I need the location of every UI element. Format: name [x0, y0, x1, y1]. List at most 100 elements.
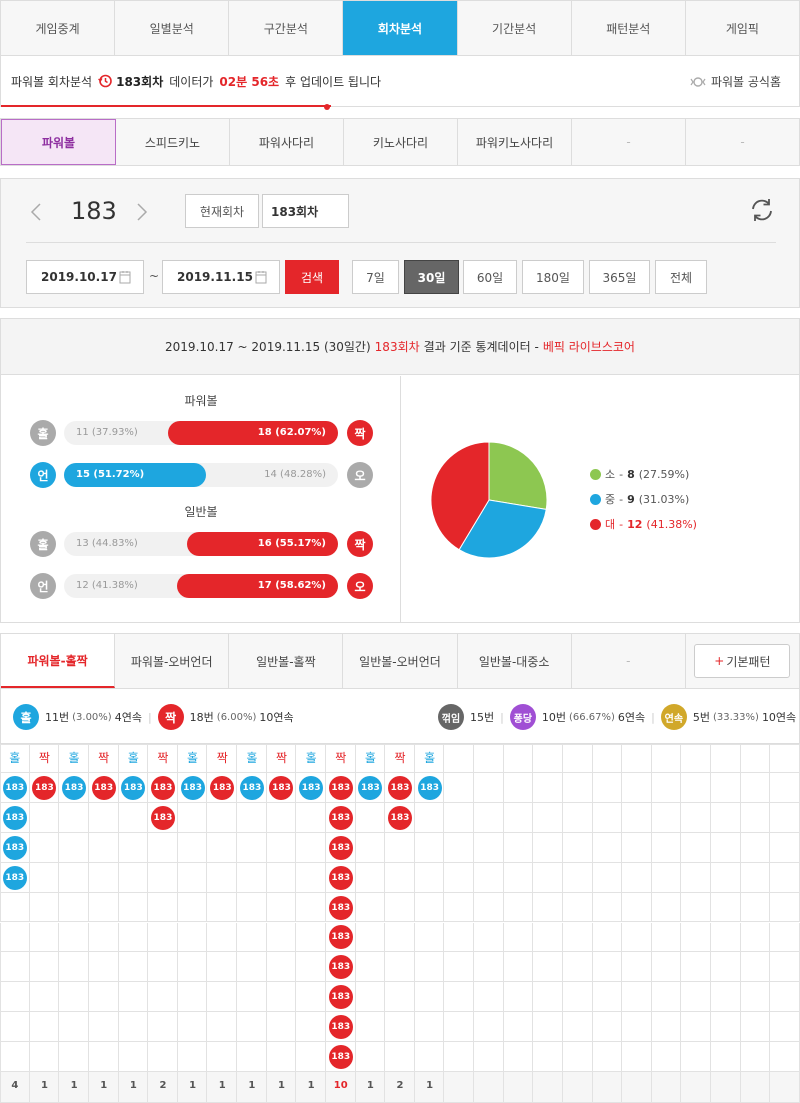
grid-cell	[414, 802, 445, 833]
grid-cell	[533, 1042, 563, 1072]
grid-cell	[266, 922, 297, 953]
legend-label: 중	[605, 493, 616, 506]
next-round-icon[interactable]	[133, 201, 151, 223]
pattern-tab[interactable]: 일반볼-오버언더	[343, 634, 458, 688]
top-nav-tab[interactable]: 기간분석	[458, 1, 572, 55]
grid-cell	[562, 862, 593, 893]
grid-cell	[118, 802, 149, 833]
prev-round-icon[interactable]	[27, 201, 45, 223]
grid-cell	[266, 1012, 297, 1043]
sub-tab[interactable]: 키노사다리	[344, 119, 458, 165]
top-nav-tab[interactable]: 패턴분석	[572, 1, 686, 55]
sub-tab[interactable]: 파워키노사다리	[458, 119, 572, 165]
grid-column-count: 10	[333, 1080, 348, 1091]
grid-cell	[59, 862, 89, 893]
grid-header-cell	[651, 744, 682, 773]
round-input[interactable]: 183회차	[262, 194, 349, 228]
legend-label: 소	[605, 468, 616, 481]
grid-count-cell	[740, 1072, 771, 1103]
grid-cell	[266, 982, 297, 1013]
grid-cell	[740, 802, 771, 833]
round-number: 183	[71, 197, 117, 225]
grid-column-head: 짝	[394, 751, 406, 765]
grid-cell	[474, 922, 504, 953]
grid-ball: 183	[299, 775, 324, 800]
grid-ball: 183	[328, 1015, 353, 1040]
grid-cell	[148, 1012, 178, 1043]
break-count: 15번	[470, 711, 495, 724]
grid-cell	[651, 922, 682, 953]
grid-cell	[503, 802, 534, 833]
grid-cell	[177, 982, 208, 1013]
calendar-icon[interactable]	[119, 270, 131, 284]
grid-column-count: 1	[100, 1080, 108, 1091]
grid-cell	[88, 952, 119, 983]
grid-cell	[177, 892, 208, 923]
grid-column-count: 1	[248, 1080, 256, 1091]
stats-header: 2019.10.17 ~ 2019.11.15 (30일간) 183회차 결과 …	[1, 319, 799, 375]
legend-sep: -	[619, 467, 624, 481]
period-button[interactable]: 365일	[589, 260, 650, 294]
refresh-icon[interactable]	[749, 197, 775, 223]
sub-tab[interactable]: 파워사다리	[230, 119, 344, 165]
date-from-input[interactable]: 2019.10.17	[26, 260, 144, 294]
grid-cell	[711, 773, 741, 803]
grid-cell	[770, 862, 800, 893]
grid-cell	[503, 862, 534, 893]
search-button[interactable]: 검색	[285, 260, 339, 294]
top-nav: 게임중계 일별분석 구간분석 회차분석 기간분석 패턴분석 게임픽	[0, 0, 800, 56]
info-round: 183회차	[116, 74, 164, 89]
grid-column-head: 홀	[364, 751, 376, 765]
grid-ball: 183	[328, 775, 353, 800]
pattern-tab[interactable]: 파워볼-홀짝	[1, 634, 116, 688]
basic-pattern-button[interactable]: + 기본패턴	[694, 644, 791, 678]
grid-column-head: 짝	[335, 751, 347, 765]
current-round-button[interactable]: 현재회차	[185, 194, 259, 228]
period-button[interactable]: 60일	[463, 260, 517, 294]
grid-ball: 183	[328, 865, 353, 890]
pattern-tab[interactable]: 일반볼-홀짝	[229, 634, 344, 688]
even-count: 18번	[189, 711, 214, 724]
grid-ball: 183	[388, 775, 412, 800]
grid-cell	[237, 802, 267, 833]
cont-streak: 10연속	[761, 711, 797, 724]
top-nav-tab[interactable]: 회차분석	[343, 1, 458, 55]
pattern-tab[interactable]: 일반볼-대중소	[458, 634, 572, 688]
period-button[interactable]: 7일	[352, 260, 399, 294]
grid-cell	[296, 1012, 326, 1043]
grid-cell	[296, 892, 326, 923]
grid-cell	[296, 952, 326, 983]
legend-count: 8	[627, 467, 635, 481]
grid-cell	[414, 862, 445, 893]
stats-header-source: 베픽 라이브스코어	[542, 340, 635, 354]
grid-cell	[711, 1012, 741, 1043]
period-button[interactable]: 180일	[522, 260, 584, 294]
sub-tab[interactable]: 파워볼	[1, 119, 116, 165]
grid-cell	[562, 1042, 593, 1072]
sub-tab[interactable]: 스피드키노	[116, 119, 230, 165]
grid-ball: 183	[91, 775, 116, 800]
grid-cell	[177, 862, 208, 893]
top-nav-tab[interactable]: 게임픽	[686, 1, 799, 55]
top-nav-tab[interactable]: 구간분석	[229, 1, 344, 55]
grid-cell	[385, 892, 415, 923]
stat-bar-track: 12 (41.38%) 17 (58.62%)	[64, 574, 338, 598]
date-to-input[interactable]: 2019.11.15	[162, 260, 280, 294]
grid-cell	[711, 892, 741, 923]
official-home-link[interactable]: 파워볼 공식홈	[690, 73, 781, 90]
grid-column-head: 홀	[68, 751, 80, 765]
grid-cell	[177, 922, 208, 953]
grid-cell	[711, 802, 741, 833]
period-button[interactable]: 전체	[655, 260, 707, 294]
pattern-tab[interactable]: 파워볼-오버언더	[115, 634, 230, 688]
info-countdown: 02분 56초	[219, 74, 280, 89]
stat-left-badge: 언	[30, 573, 56, 599]
top-nav-tab[interactable]: 게임중계	[1, 1, 116, 55]
calendar-icon[interactable]	[255, 270, 267, 284]
period-button[interactable]: 30일	[404, 260, 459, 294]
sub-tab: -	[572, 119, 686, 165]
grid-column-count: 4	[11, 1080, 19, 1091]
top-nav-tab[interactable]: 일별분석	[115, 1, 230, 55]
grid-cell	[177, 802, 208, 833]
grid-cell	[681, 1042, 712, 1072]
